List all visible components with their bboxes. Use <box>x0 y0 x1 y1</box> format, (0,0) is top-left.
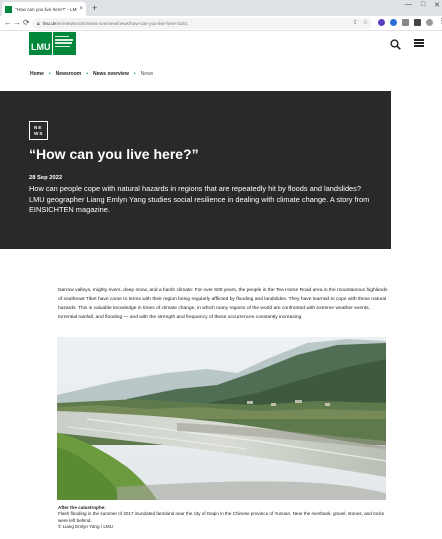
lmu-logo[interactable]: LMU <box>29 32 76 55</box>
new-tab-button[interactable]: + <box>92 3 97 13</box>
photo-caption: After the catastrophe: Flash flooding in… <box>58 505 388 530</box>
tab-title: "How can you live here?" - LMU <box>15 6 78 12</box>
article-date: 28 Sep 2022 <box>29 175 63 181</box>
bookmark-star-icon[interactable]: ☆ <box>363 19 368 26</box>
close-tab-icon[interactable]: × <box>79 6 83 12</box>
news-badge-line2: WS <box>34 130 44 136</box>
site-header: LMU <box>0 31 442 61</box>
logo-subtitle <box>53 32 76 55</box>
lmu-favicon-icon <box>5 5 12 13</box>
article-lead: How can people cope with natural hazards… <box>29 184 370 215</box>
extension-icon[interactable] <box>402 19 409 26</box>
breadcrumb-newsroom[interactable]: Newsroom <box>56 71 82 77</box>
minimize-icon[interactable]: — <box>405 1 412 9</box>
url-path: /en/newsroom/news-overview/news/how-can-… <box>56 21 188 26</box>
breadcrumb-separator-icon: • <box>133 71 136 77</box>
omnibox-actions: ⇪ ☆ <box>353 19 368 26</box>
breadcrumb-separator-icon: • <box>86 71 88 77</box>
news-badge: NE WS <box>29 121 48 140</box>
logo-wordmark: LMU <box>29 32 52 55</box>
caption-text: Flash flooding in the summer of 2017 inu… <box>58 511 385 523</box>
window-controls: — □ ✕ <box>405 1 440 9</box>
forward-icon[interactable]: → <box>13 18 21 28</box>
extension-icon[interactable] <box>390 19 397 26</box>
browser-tab[interactable]: "How can you live here?" - LMU × <box>2 2 86 16</box>
breadcrumb: Home • Newsroom • News overview • News <box>30 71 153 77</box>
back-icon[interactable]: ← <box>4 18 12 28</box>
article-body-paragraph: Narrow valleys, mighty rivers, deep snow… <box>58 288 388 320</box>
breadcrumb-current: News <box>140 71 154 77</box>
extension-icon[interactable] <box>378 19 385 26</box>
maximize-icon[interactable]: □ <box>421 1 425 9</box>
article-hero: NE WS “How can you live here?” 28 Sep 20… <box>0 91 391 249</box>
search-icon[interactable] <box>390 37 401 50</box>
article-photo <box>57 337 386 500</box>
close-window-icon[interactable]: ✕ <box>434 1 440 9</box>
share-icon[interactable]: ⇪ <box>353 19 358 26</box>
reload-icon[interactable]: ⟳ <box>23 18 30 28</box>
breadcrumb-news-overview[interactable]: News overview <box>93 71 129 77</box>
url-host: lmu.de <box>42 21 57 26</box>
url-text: lmu.de/en/newsroom/news-overview/news/ho… <box>43 21 188 26</box>
extension-icons: ⋮ <box>378 18 442 26</box>
browser-toolbar: ← → ⟳ 🔒︎ lmu.de/en/newsroom/news-overvie… <box>0 16 442 31</box>
address-bar[interactable]: 🔒︎ lmu.de/en/newsroom/news-overview/news… <box>32 18 372 29</box>
page-title: “How can you live here?” <box>29 146 199 162</box>
browser-menu-icon[interactable]: ⋮ <box>438 18 442 26</box>
breadcrumb-separator-icon: • <box>48 71 51 77</box>
breadcrumb-home[interactable]: Home <box>30 71 44 77</box>
puzzle-icon[interactable] <box>414 19 421 26</box>
photo-credit: © Liang Emlyn Yang / LMU <box>58 523 114 529</box>
profile-avatar-icon[interactable] <box>426 19 433 26</box>
lock-icon[interactable]: 🔒︎ <box>37 21 40 27</box>
hamburger-menu-icon[interactable] <box>414 39 424 47</box>
browser-tab-bar: "How can you live here?" - LMU × + — □ ✕ <box>0 0 442 16</box>
